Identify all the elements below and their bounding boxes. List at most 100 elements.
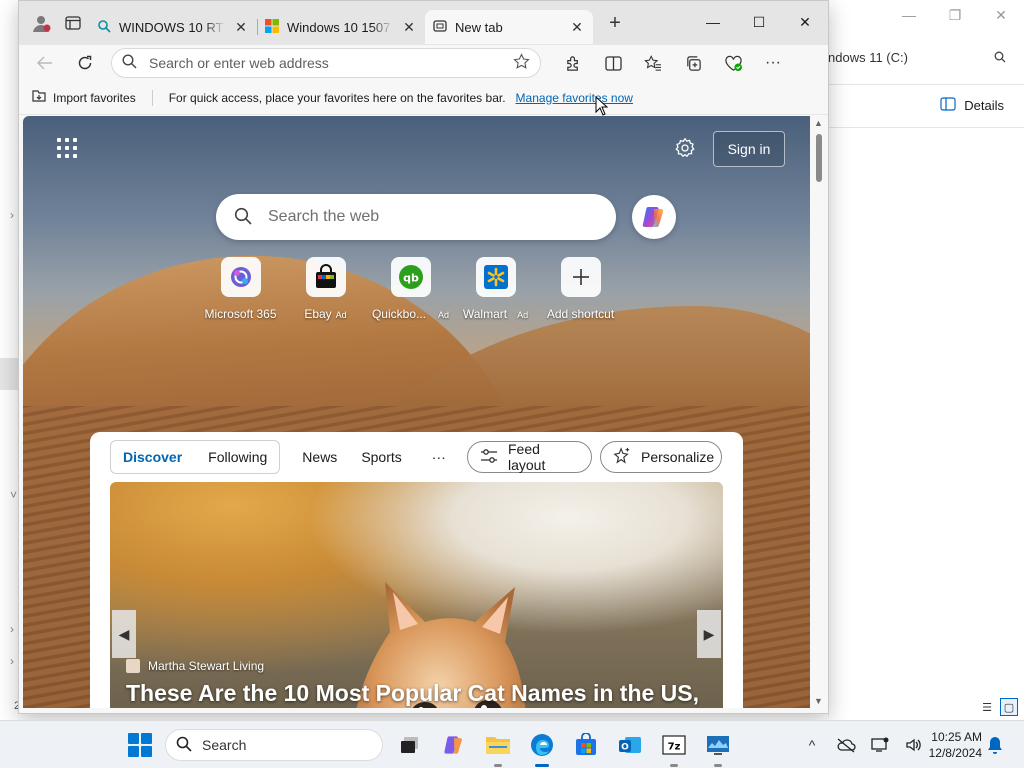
page-settings-gear-icon[interactable] bbox=[674, 137, 696, 159]
tab-discover[interactable]: Discover bbox=[123, 449, 182, 465]
start-button[interactable] bbox=[128, 733, 152, 757]
nav-selected-item[interactable] bbox=[0, 358, 18, 390]
add-favorite-star-icon[interactable] bbox=[513, 53, 530, 73]
address-bar[interactable]: Search or enter web address bbox=[111, 48, 541, 78]
new-tab-button[interactable]: + bbox=[599, 7, 631, 39]
tab-new-tab[interactable]: New tab ✕ bbox=[425, 10, 593, 44]
scroll-up-arrow-icon[interactable]: ▲ bbox=[814, 118, 823, 128]
explorer-close-button[interactable]: ✕ bbox=[978, 0, 1024, 30]
close-tab-icon[interactable]: ✕ bbox=[233, 19, 249, 35]
file-explorer-taskbar-icon[interactable] bbox=[480, 727, 516, 767]
hero-article-card[interactable]: ◀ ▶ Martha Stewart Living These Are the … bbox=[110, 482, 723, 708]
explorer-location-text: ndows 11 (C:) bbox=[828, 49, 908, 65]
show-hidden-icons-chevron-icon[interactable]: ^ bbox=[800, 733, 824, 757]
favorites-icon[interactable] bbox=[635, 47, 671, 79]
favorites-bar: Import favorites For quick access, place… bbox=[19, 81, 828, 115]
profile-icon[interactable] bbox=[25, 7, 57, 39]
edge-taskbar-icon[interactable] bbox=[524, 727, 560, 767]
notification-bell-icon[interactable] bbox=[986, 735, 1006, 755]
app-launcher-icon[interactable] bbox=[57, 138, 77, 158]
onedrive-cloud-icon[interactable] bbox=[834, 733, 858, 757]
carousel-previous-button[interactable]: ◀ bbox=[112, 610, 136, 658]
chevron-down-icon[interactable]: ˅ bbox=[10, 488, 17, 502]
outlook-new-icon[interactable]: O bbox=[612, 727, 648, 763]
import-favorites-button[interactable]: Import favorites bbox=[31, 88, 136, 107]
search-icon[interactable] bbox=[986, 51, 1014, 63]
article-headline[interactable]: These Are the 10 Most Popular Cat Names … bbox=[126, 680, 699, 707]
microsoft-store-icon[interactable] bbox=[568, 727, 604, 763]
copilot-taskbar-icon[interactable] bbox=[436, 727, 472, 763]
tab-actions-icon[interactable] bbox=[57, 7, 89, 39]
extensions-icon[interactable] bbox=[555, 47, 591, 79]
browser-essentials-icon[interactable] bbox=[715, 47, 751, 79]
feed-layout-button[interactable]: Feed layout bbox=[467, 441, 592, 473]
collections-icon[interactable] bbox=[675, 47, 711, 79]
shortcut-label: Add shortcut bbox=[546, 307, 615, 321]
tab-sports[interactable]: Sports bbox=[361, 449, 401, 465]
network-icon[interactable] bbox=[868, 733, 892, 757]
add-shortcut-button[interactable]: Add shortcut bbox=[538, 257, 623, 321]
shortcut-quickbooks[interactable]: qb Quickbo... Ad bbox=[368, 257, 453, 321]
mouse-cursor-icon bbox=[595, 96, 609, 116]
clock-time: 10:25 AM bbox=[931, 730, 982, 744]
explorer-address-bar[interactable]: ndows 11 (C:) bbox=[828, 42, 1014, 72]
scrollbar-thumb[interactable] bbox=[816, 134, 822, 182]
close-tab-icon[interactable]: ✕ bbox=[401, 19, 417, 35]
taskbar-search-box[interactable]: Search bbox=[165, 729, 383, 761]
split-screen-icon[interactable] bbox=[595, 47, 631, 79]
scroll-down-arrow-icon[interactable]: ▼ bbox=[814, 696, 823, 706]
shortcut-walmart[interactable]: Walmart Ad bbox=[453, 257, 538, 321]
sliders-icon bbox=[480, 448, 498, 467]
tab-strip: WINDOWS 10 RTM M ✕ Windows 10 1507 M ✕ N… bbox=[19, 1, 828, 45]
sign-in-button[interactable]: Sign in bbox=[713, 131, 785, 167]
active-window-indicator bbox=[535, 764, 549, 767]
7zip-icon[interactable]: 7z bbox=[656, 727, 692, 767]
article-source[interactable]: Martha Stewart Living bbox=[126, 659, 264, 673]
copilot-button[interactable] bbox=[632, 195, 676, 239]
monitor-app-icon[interactable] bbox=[700, 727, 736, 767]
personalize-label: Personalize bbox=[641, 449, 715, 465]
shortcut-microsoft-365[interactable]: Microsoft 365 bbox=[198, 257, 283, 321]
tab-windows-10-1507[interactable]: Windows 10 1507 M ✕ bbox=[257, 10, 425, 44]
tab-following[interactable]: Following bbox=[208, 449, 267, 465]
carousel-next-button[interactable]: ▶ bbox=[697, 610, 721, 658]
ad-badge: Ad bbox=[335, 310, 347, 320]
more-tabs-button[interactable]: ··· bbox=[432, 449, 446, 465]
page-scrollbar[interactable]: ▲ ▼ bbox=[811, 116, 827, 708]
close-tab-icon[interactable]: ✕ bbox=[569, 19, 585, 35]
personalize-button[interactable]: Personalize bbox=[600, 441, 722, 473]
back-button[interactable] bbox=[27, 47, 63, 79]
chevron-right-icon[interactable]: › bbox=[10, 622, 14, 636]
close-window-button[interactable]: ✕ bbox=[782, 1, 828, 43]
details-view-icon[interactable]: ☰ bbox=[978, 698, 996, 716]
feed-primary-tabs: Discover Following bbox=[110, 440, 281, 474]
maximize-button[interactable]: ☐ bbox=[736, 1, 782, 43]
details-pane-button[interactable]: Details bbox=[940, 97, 1004, 114]
chevron-right-icon[interactable]: › bbox=[10, 208, 14, 222]
shortcut-ebay[interactable]: Ebay Ad bbox=[283, 257, 368, 321]
svg-text:qb: qb bbox=[403, 272, 419, 285]
minimize-button[interactable]: — bbox=[690, 1, 736, 43]
details-pane-label: Details bbox=[964, 98, 1004, 113]
explorer-nav-pane: › ˅ › › bbox=[0, 128, 20, 718]
manage-favorites-link[interactable]: Manage favorites now bbox=[516, 91, 633, 105]
tiles-view-icon[interactable]: ▢ bbox=[1000, 698, 1018, 716]
more-options-icon[interactable]: ··· bbox=[755, 47, 791, 79]
web-search-box[interactable]: Search the web bbox=[216, 194, 616, 240]
quickbooks-icon: qb bbox=[390, 257, 431, 297]
taskbar-apps: O 7z bbox=[392, 727, 736, 767]
chevron-right-icon[interactable]: › bbox=[10, 654, 14, 668]
news-feed: Discover Following News Sports ··· Feed … bbox=[90, 432, 743, 708]
publisher-logo-icon bbox=[126, 659, 140, 673]
clock[interactable]: 10:25 AM 12/8/2024 bbox=[914, 729, 982, 761]
tab-news[interactable]: News bbox=[302, 449, 337, 465]
running-indicator bbox=[494, 764, 502, 767]
refresh-button[interactable] bbox=[67, 47, 103, 79]
task-view-icon[interactable] bbox=[392, 727, 428, 763]
import-favorites-label: Import favorites bbox=[53, 90, 136, 105]
explorer-minimize-button[interactable]: — bbox=[886, 0, 932, 30]
shortcut-label: Quickbo... bbox=[371, 307, 426, 321]
shortcut-label: Microsoft 365 bbox=[204, 307, 277, 321]
tab-windows-10-rtm[interactable]: WINDOWS 10 RTM M ✕ bbox=[89, 10, 257, 44]
explorer-maximize-button[interactable]: ❐ bbox=[932, 0, 978, 30]
